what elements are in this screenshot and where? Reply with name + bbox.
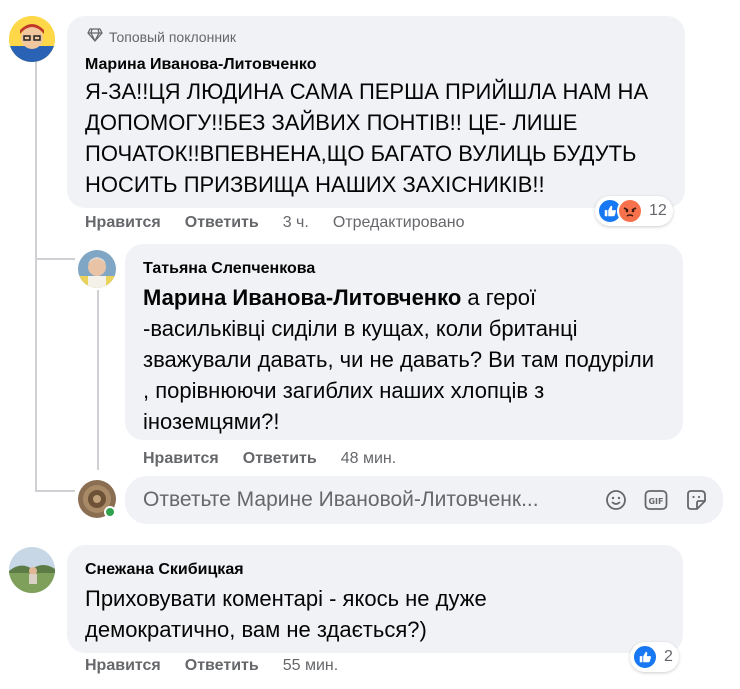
- top-fan-badge: Топовый поклонник: [87, 28, 236, 45]
- reply-text-line: іноземцями?!: [143, 409, 280, 434]
- comment-bubble: Снежана Скибицкая Приховувати коментарі …: [67, 545, 683, 653]
- angry-reaction-icon: [617, 198, 643, 224]
- like-button[interactable]: Нравится: [143, 450, 219, 468]
- like-button[interactable]: Нравится: [85, 214, 161, 232]
- comment-bubble: Топовый поклонник Марина Иванова-Литовче…: [67, 16, 685, 208]
- reply-text-line: , порівнюючи загиблих наших хлопців з: [143, 378, 545, 403]
- reply-input-tools: GIF: [603, 476, 709, 524]
- gif-icon[interactable]: GIF: [643, 487, 669, 513]
- comment-text-line: ДОПОМОГУ!!БЕЗ ЗАЙВИХ ПОНТІВ!! ЦЕ- ЛИШЕ: [85, 110, 578, 135]
- reaction-summary[interactable]: 12: [595, 196, 673, 226]
- thread-line-reply: [97, 290, 99, 470]
- comment-author[interactable]: Снежана Скибицкая: [85, 561, 244, 579]
- diamond-icon: [87, 28, 103, 45]
- reply-text-line: -васильківці сиділи в кущах, коли британ…: [143, 316, 578, 341]
- thread-connector-reply: [35, 258, 75, 260]
- reply-input-placeholder: Ответьте Марине Ивановой-Литовченк...: [143, 488, 539, 511]
- avatar[interactable]: [9, 547, 55, 593]
- comment-text: Я-ЗА!!ЦЯ ЛЮДИНА САМА ПЕРША ПРИЙШЛА НАМ Н…: [85, 76, 648, 200]
- reply-input[interactable]: Ответьте Марине Ивановой-Литовченк... GI…: [125, 476, 723, 524]
- online-status-indicator: [104, 506, 116, 518]
- reply-text: Марина Иванова-Литовченко а герої -васил…: [143, 282, 654, 437]
- reply-button[interactable]: Ответить: [185, 657, 259, 675]
- reply-text-line: а герої: [461, 285, 537, 310]
- edited-label: Отредактировано: [332, 214, 465, 231]
- comment-text: Приховувати коментарі - якось не дуже де…: [85, 583, 487, 645]
- reply-button[interactable]: Ответить: [185, 214, 259, 232]
- like-button[interactable]: Нравится: [85, 657, 161, 675]
- thread-connector-replybox: [35, 490, 75, 492]
- comment-text-line: Приховувати коментарі - якось не дуже: [85, 586, 487, 611]
- reaction-count: 12: [649, 202, 667, 219]
- comment-text-line: ПОЧАТОК!!ВПЕВНЕНА,ЩО БАГАТО ВУЛИЦЬ БУДУТ…: [85, 141, 637, 166]
- comment-actions: Нравится Ответить 55 мин.: [85, 657, 362, 675]
- reply-text-line: зважували давать, чи не давать? Ви там п…: [143, 347, 655, 372]
- reply-bubble: Татьяна Слепченкова Марина Иванова-Литов…: [125, 244, 683, 440]
- comment-author[interactable]: Марина Иванова-Литовченко: [85, 56, 316, 74]
- reaction-count: 2: [664, 648, 673, 665]
- mention-link[interactable]: Марина Иванова-Литовченко: [143, 285, 461, 310]
- comment-text-line: НОСИТЬ ПРИЗВИЩА НАШИХ ЗАХІСНИКІВ!!: [85, 172, 545, 197]
- avatar[interactable]: [9, 16, 55, 62]
- comment-time[interactable]: 3 ч.: [283, 214, 309, 232]
- reaction-summary[interactable]: 2: [630, 642, 679, 672]
- thread-line-main: [35, 62, 37, 490]
- comment-text-line: Я-ЗА!!ЦЯ ЛЮДИНА САМА ПЕРША ПРИЙШЛА НАМ Н…: [85, 79, 649, 104]
- like-reaction-icon: [632, 644, 658, 670]
- badge-label: Топовый поклонник: [109, 28, 236, 45]
- reply-text-first-line: Марина Иванова-Литовченко а герої: [143, 282, 654, 313]
- sticker-icon[interactable]: [683, 487, 709, 513]
- comment-actions: Нравится Ответить 3 ч. Отредактировано: [85, 214, 488, 232]
- avatar[interactable]: [78, 250, 116, 288]
- comment-time[interactable]: 55 мин.: [283, 657, 338, 675]
- reply-author[interactable]: Татьяна Слепченкова: [143, 260, 315, 278]
- svg-text:GIF: GIF: [648, 497, 663, 506]
- emoji-icon[interactable]: [603, 487, 629, 513]
- comment-text-line: демократично, вам не здається?): [85, 617, 427, 642]
- reply-actions: Нравится Ответить 48 мин.: [143, 450, 420, 468]
- reply-button[interactable]: Ответить: [243, 450, 317, 468]
- reply-time[interactable]: 48 мин.: [341, 450, 396, 468]
